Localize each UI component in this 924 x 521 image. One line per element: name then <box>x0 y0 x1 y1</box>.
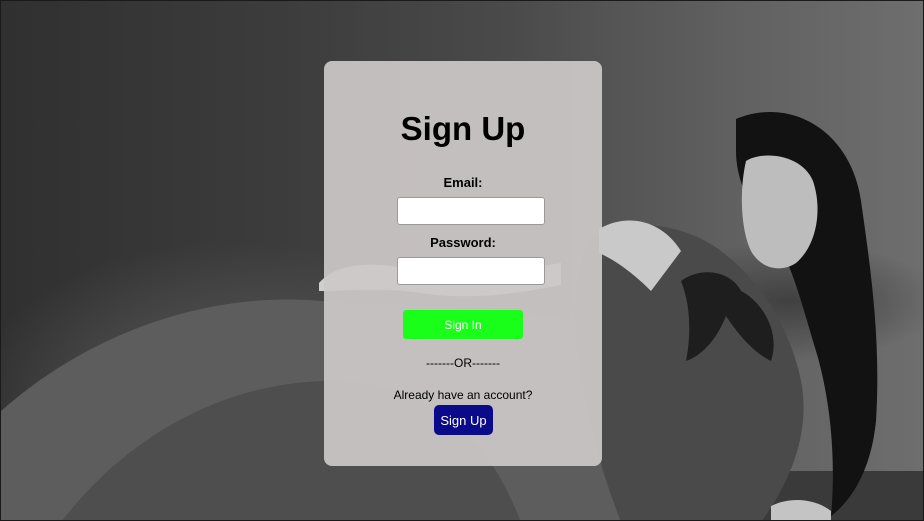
signup-card: Sign Up Email: Password: Sign In -------… <box>324 61 602 466</box>
email-field[interactable] <box>397 197 545 225</box>
already-account-text: Already have an account? <box>393 388 533 402</box>
password-field[interactable] <box>397 257 545 285</box>
page: Sign Up Email: Password: Sign In -------… <box>0 0 924 521</box>
email-label: Email: <box>443 175 483 190</box>
or-divider: -------OR------- <box>426 356 500 370</box>
sign-in-button[interactable]: Sign In <box>403 310 523 339</box>
sign-up-button[interactable]: Sign Up <box>434 405 493 435</box>
password-label: Password: <box>430 235 496 250</box>
torso-shape <box>574 225 804 520</box>
page-title: Sign Up <box>400 110 526 147</box>
